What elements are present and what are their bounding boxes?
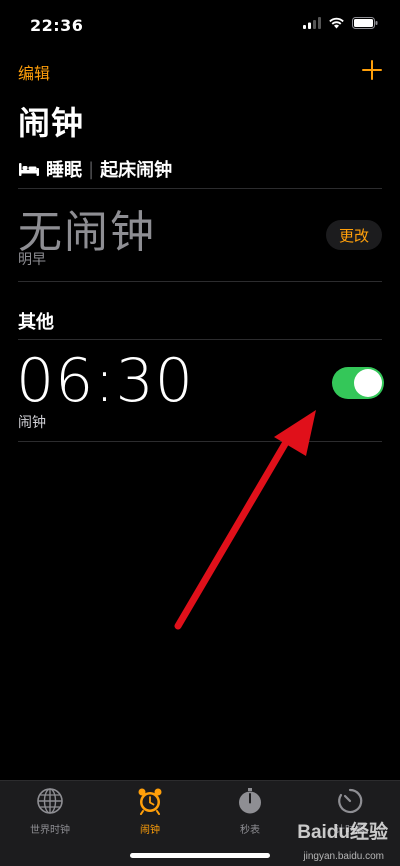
toggle-knob — [354, 369, 382, 397]
sleep-alarm-day: 明早 — [18, 252, 46, 268]
edit-button[interactable]: 编辑 — [18, 60, 50, 84]
status-bar: 22:36 — [0, 0, 400, 48]
other-section-header: 其他 — [18, 312, 54, 333]
add-alarm-button[interactable] — [362, 60, 382, 80]
alarm-label: 闹钟 — [18, 415, 46, 431]
tab-label: 世界时钟 — [30, 825, 70, 836]
divider — [18, 281, 382, 282]
watermark-url: jingyan.baidu.com — [303, 851, 384, 862]
status-icons — [303, 17, 378, 29]
wifi-icon — [329, 17, 344, 29]
sleep-title: 睡眠 — [46, 160, 82, 181]
change-button[interactable]: 更改 — [326, 220, 382, 250]
battery-icon — [352, 17, 378, 29]
tab-label: 闹钟 — [140, 825, 160, 836]
home-indicator[interactable] — [130, 853, 270, 858]
alarm-time: 06:30 — [16, 346, 194, 416]
watermark-logo: Baidu经验 — [297, 822, 388, 843]
divider — [18, 441, 382, 442]
globe-icon — [37, 788, 63, 814]
alarm-toggle[interactable] — [332, 367, 384, 399]
status-time: 22:36 — [30, 16, 84, 35]
divider — [18, 339, 382, 340]
alarm-clock-icon — [138, 788, 162, 815]
cellular-signal-icon — [303, 17, 321, 29]
stopwatch-icon — [239, 788, 261, 814]
tab-stopwatch[interactable]: 秒表 — [210, 787, 290, 836]
bed-icon — [19, 163, 39, 176]
sleep-section-header: 睡眠 | 起床闹钟 — [18, 156, 172, 182]
tab-label: 秒表 — [240, 825, 260, 836]
wake-up-alarm-title: 起床闹钟 — [100, 160, 173, 181]
divider — [18, 188, 382, 189]
separator: | — [88, 158, 95, 180]
tab-world-clock[interactable]: 世界时钟 — [10, 787, 90, 836]
page-title: 闹钟 — [18, 104, 85, 142]
tab-alarm[interactable]: 闹钟 — [110, 787, 190, 836]
timer-icon — [338, 788, 363, 814]
